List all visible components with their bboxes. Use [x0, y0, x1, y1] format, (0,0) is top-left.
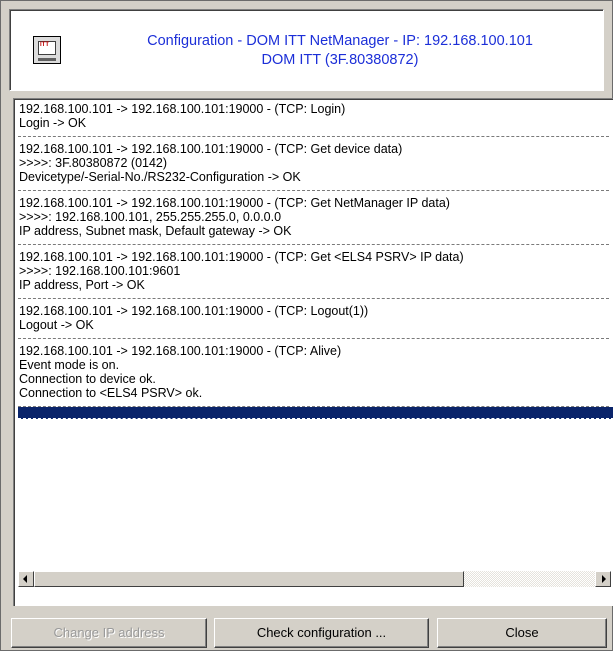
log-line: 192.168.100.101 -> 192.168.100.101:19000…: [19, 102, 346, 116]
log-entry[interactable]: 192.168.100.101 -> 192.168.100.101:19000…: [18, 196, 609, 245]
log-line: 192.168.100.101 -> 192.168.100.101:19000…: [19, 304, 369, 318]
change-ip-address-button[interactable]: Change IP address: [11, 618, 207, 648]
selected-empty-row[interactable]: [18, 407, 613, 419]
close-button[interactable]: Close: [437, 618, 607, 648]
log-entry[interactable]: 192.168.100.101 -> 192.168.100.101:19000…: [18, 344, 609, 407]
dialog-title: Configuration - DOM ITT NetManager - IP:…: [80, 32, 600, 70]
horizontal-scrollbar[interactable]: [18, 571, 611, 587]
log-line: >>>>: 3F.80380872 (0142): [19, 156, 168, 170]
log-entry[interactable]: 192.168.100.101 -> 192.168.100.101:19000…: [18, 304, 609, 339]
log-line: 192.168.100.101 -> 192.168.100.101:19000…: [19, 142, 403, 156]
log-line: Connection to device ok.: [19, 372, 156, 386]
log-listbox[interactable]: 192.168.100.101 -> 192.168.100.101:19000…: [13, 98, 613, 606]
configuration-dialog: ITT Configuration - DOM ITT NetManager -…: [0, 0, 613, 651]
log-entry[interactable]: 192.168.100.101 -> 192.168.100.101:19000…: [18, 250, 609, 299]
log-line: >>>>: 192.168.100.101, 255.255.255.0, 0.…: [19, 210, 282, 224]
check-configuration-button[interactable]: Check configuration ...: [214, 618, 429, 648]
scroll-left-button[interactable]: [18, 571, 34, 587]
header-panel: ITT Configuration - DOM ITT NetManager -…: [9, 9, 604, 91]
scroll-right-button[interactable]: [595, 571, 611, 587]
log-line: 192.168.100.101 -> 192.168.100.101:19000…: [19, 344, 342, 358]
log-line: 192.168.100.101 -> 192.168.100.101:19000…: [19, 250, 464, 264]
arrow-right-icon: [602, 575, 606, 583]
log-entries: 192.168.100.101 -> 192.168.100.101:19000…: [18, 102, 613, 419]
log-entry[interactable]: 192.168.100.101 -> 192.168.100.101:19000…: [18, 142, 609, 191]
arrow-left-icon: [23, 575, 27, 583]
title-line-1: Configuration - DOM ITT NetManager - IP:…: [147, 33, 533, 49]
log-line: >>>>: 192.168.100.101:9601: [19, 264, 181, 278]
scrollbar-thumb[interactable]: [34, 571, 464, 587]
log-line: Devicetype/-Serial-No./RS232-Configurati…: [19, 170, 301, 184]
log-line: IP address, Port -> OK: [19, 278, 145, 292]
itt-device-icon: ITT: [33, 36, 61, 64]
log-entry[interactable]: 192.168.100.101 -> 192.168.100.101:19000…: [18, 102, 609, 137]
title-line-2: DOM ITT (3F.80380872): [261, 52, 419, 68]
log-line: IP address, Subnet mask, Default gateway…: [19, 224, 292, 238]
device-base: [38, 58, 56, 61]
device-icon-label: ITT: [40, 42, 49, 48]
log-line: 192.168.100.101 -> 192.168.100.101:19000…: [19, 196, 450, 210]
log-line: Event mode is on.: [19, 358, 120, 372]
log-line: Connection to <ELS4 PSRV> ok.: [19, 386, 203, 400]
log-line: Login -> OK: [19, 116, 87, 130]
log-line: Logout -> OK: [19, 318, 94, 332]
